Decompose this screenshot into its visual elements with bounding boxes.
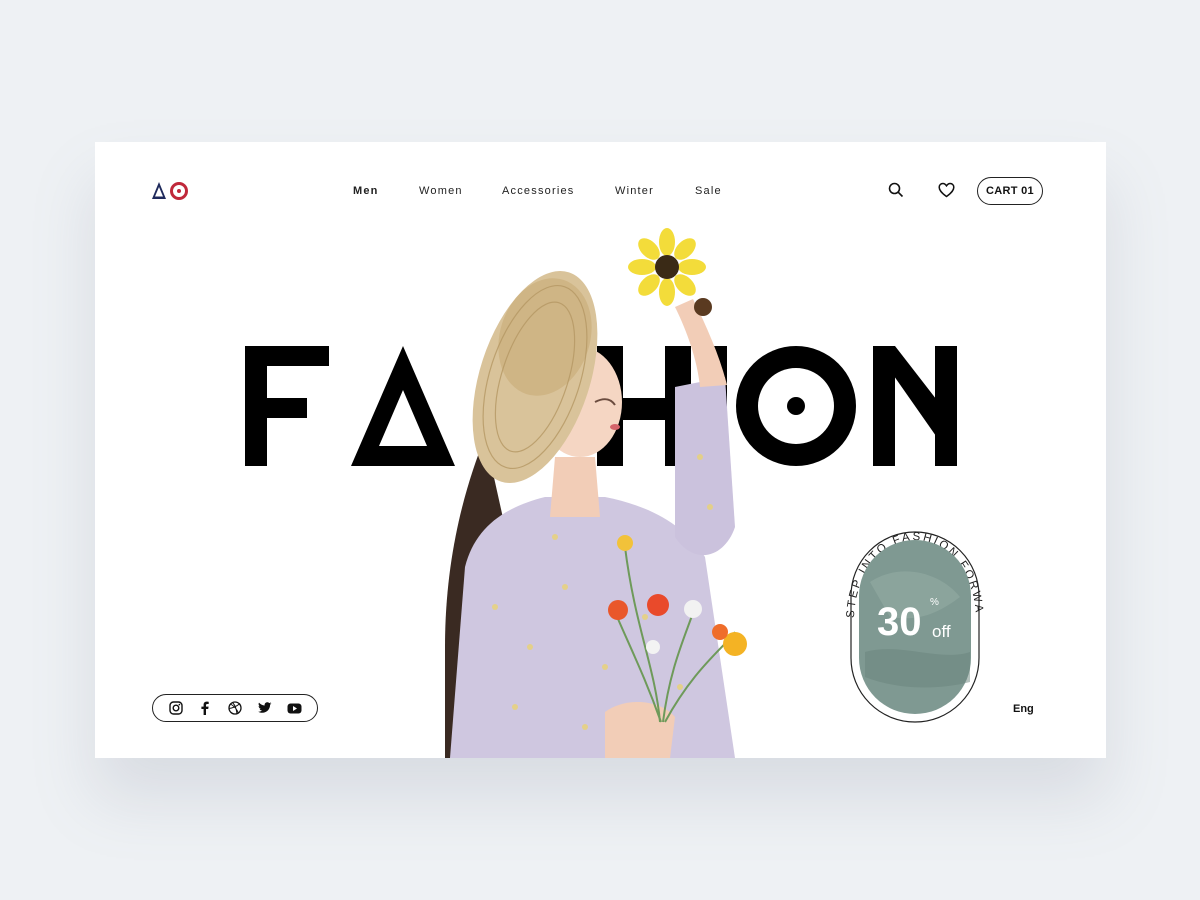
instagram-icon[interactable] (168, 700, 184, 716)
social-links (152, 694, 318, 722)
cart-button[interactable]: CART 01 (977, 177, 1043, 205)
nav-winter[interactable]: Winter (615, 185, 654, 197)
facebook-icon[interactable] (197, 700, 213, 716)
nav-sale[interactable]: Sale (695, 185, 722, 197)
language-selector[interactable]: Eng (1013, 703, 1034, 715)
model-image (445, 228, 747, 758)
search-icon[interactable] (886, 180, 906, 200)
discount-value: 30 (877, 600, 922, 644)
dribbble-icon[interactable] (227, 700, 243, 716)
discount-suffix: off (932, 622, 951, 641)
nav-men[interactable]: Men (353, 185, 379, 197)
nav-accessories[interactable]: Accessories (502, 185, 575, 197)
discount-percent: % (930, 597, 939, 608)
nav-women[interactable]: Women (419, 185, 463, 197)
heart-icon[interactable] (936, 180, 956, 200)
hero-card: Men Women Accessories Winter Sale CART 0… (95, 142, 1106, 758)
twitter-icon[interactable] (257, 700, 273, 716)
youtube-icon[interactable] (286, 700, 302, 716)
